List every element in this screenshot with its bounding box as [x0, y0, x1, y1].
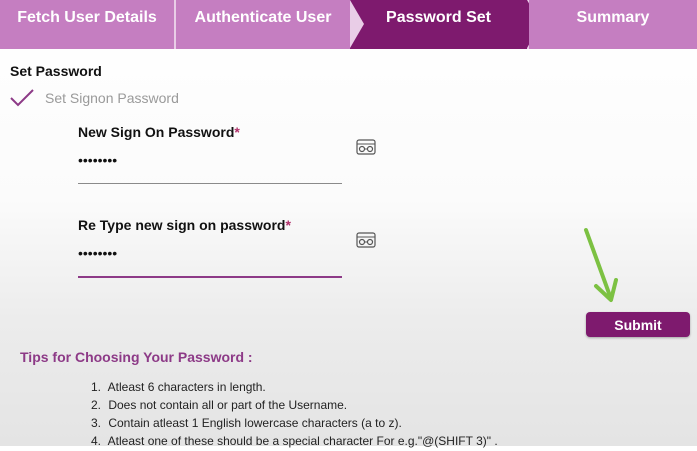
substep-label: Set Signon Password — [45, 90, 179, 106]
list-item-number: 1. — [91, 380, 102, 394]
step-label: Password Set — [386, 9, 491, 26]
retype-password-underline — [78, 276, 342, 278]
check-icon — [10, 89, 34, 107]
step-summary[interactable]: Summary — [529, 0, 697, 49]
retype-password-input[interactable]: •••••••• — [78, 245, 117, 261]
step-label: Authenticate User — [194, 9, 332, 26]
new-password-underline — [78, 183, 342, 184]
section-title: Set Password — [10, 63, 102, 79]
progress-stepper: Fetch User Details Authenticate User Pas… — [0, 0, 697, 49]
retype-password-label-text: Re Type new sign on password — [78, 217, 286, 233]
list-item-text: Atleast 6 characters in length. — [107, 380, 266, 394]
list-item: 1. Atleast 6 characters in length. — [91, 379, 498, 397]
submit-button[interactable]: Submit — [586, 312, 690, 337]
retype-password-label: Re Type new sign on password* — [78, 217, 291, 233]
eye-toggle-icon[interactable] — [356, 232, 376, 248]
step-label: Summary — [576, 9, 650, 26]
list-item: 2. Does not contain all or part of the U… — [91, 397, 498, 415]
tips-list: 1. Atleast 6 characters in length. 2. Do… — [91, 379, 498, 451]
tips-title: Tips for Choosing Your Password : — [20, 349, 253, 365]
list-item: 4. Atleast one of these should be a spec… — [91, 433, 498, 451]
list-item-text: Does not contain all or part of the User… — [108, 398, 348, 412]
list-item-number: 4. — [91, 434, 102, 448]
list-item: 3. Contain atleast 1 English lowercase c… — [91, 415, 498, 433]
list-item-number: 3. — [91, 416, 102, 430]
step-chevron-divider — [350, 0, 364, 48]
new-password-input[interactable]: •••••••• — [78, 152, 117, 168]
new-password-label-text: New Sign On Password — [78, 124, 235, 140]
step-authenticate-user[interactable]: Authenticate User — [176, 0, 350, 49]
required-mark: * — [234, 124, 240, 140]
list-item-number: 2. — [91, 398, 102, 412]
arrow-down-icon — [584, 228, 618, 302]
required-mark: * — [285, 217, 291, 233]
step-password-set[interactable]: Password Set — [350, 0, 527, 49]
new-password-label: New Sign On Password* — [78, 124, 240, 140]
eye-toggle-icon[interactable] — [356, 139, 376, 155]
step-fetch-user-details[interactable]: Fetch User Details — [0, 0, 174, 49]
list-item-text: Contain atleast 1 English lowercase char… — [108, 416, 402, 430]
step-label: Fetch User Details — [17, 9, 157, 26]
